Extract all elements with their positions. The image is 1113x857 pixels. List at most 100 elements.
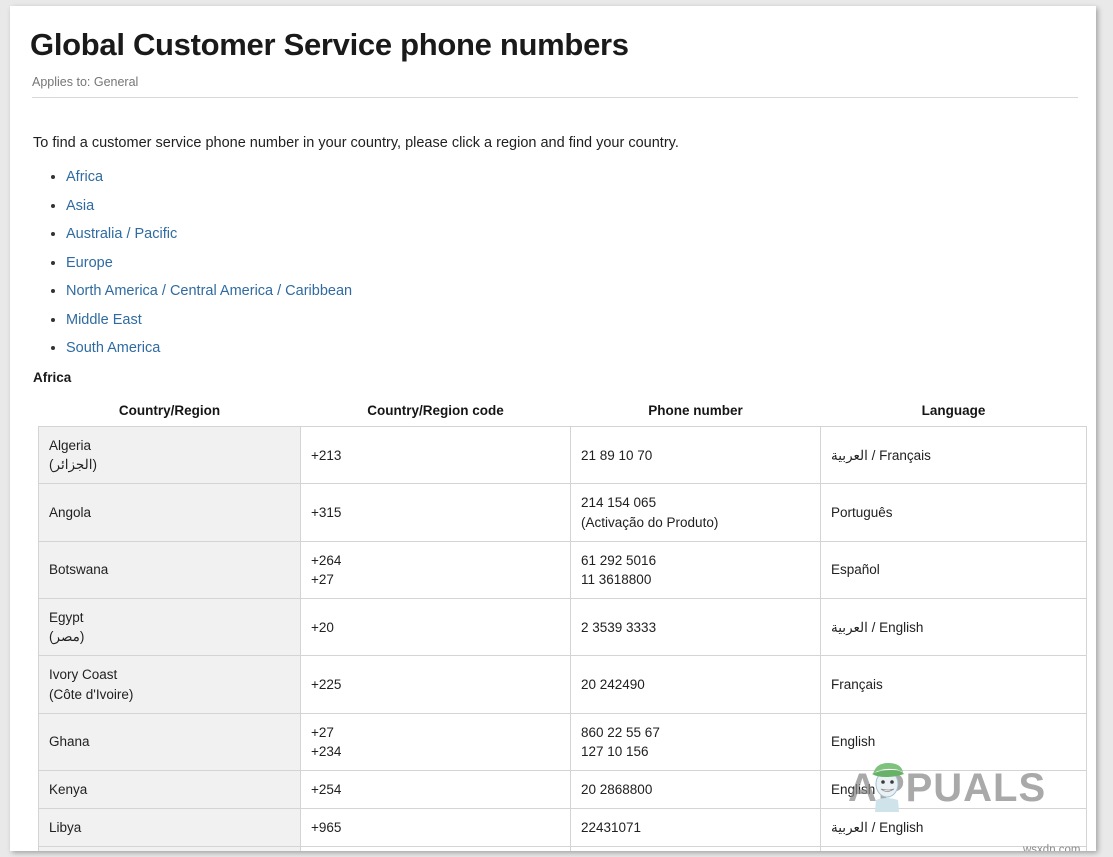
country-name: Ghana <box>49 732 290 751</box>
column-header-country-code: Country/Region code <box>301 403 571 427</box>
phone-number-note: (Activação do Produto) <box>581 513 810 532</box>
cell-phone-number: 20 2868800 <box>571 770 821 808</box>
table-row: Botswana +264 +27 61 292 5016 11 3618800… <box>39 541 1087 598</box>
cell-country-code: +225 <box>301 656 571 713</box>
phone-number: 22431071 <box>581 818 810 837</box>
table-row: Ghana +27 +234 860 22 55 67 127 10 156 E… <box>39 713 1087 770</box>
list-item: Middle East <box>66 312 1078 328</box>
country-name-local: (الجزائر) <box>49 457 97 472</box>
page-title: Global Customer Service phone numbers <box>30 28 1078 62</box>
cell-phone-number: 860 22 55 67 127 10 156 <box>571 713 821 770</box>
cell-language: Français <box>821 656 1087 713</box>
cell-phone-number: 20 242490 <box>571 656 821 713</box>
country-code: +965 <box>311 818 560 837</box>
cell-country: Egypt (مصر) <box>39 599 301 656</box>
phone-number-alt: 127 10 156 <box>581 742 810 761</box>
phone-number: 214 154 065 <box>581 493 810 512</box>
list-item: Asia <box>66 198 1078 214</box>
region-link-asia[interactable]: Asia <box>66 198 94 214</box>
cell-country-code: +20 <box>301 599 571 656</box>
section-heading-africa: Africa <box>33 370 1078 385</box>
country-name: Egypt <box>49 608 290 627</box>
intro-paragraph: To find a customer service phone number … <box>33 135 1078 151</box>
column-header-phone-number: Phone number <box>571 403 821 427</box>
cell-country: Libya <box>39 809 301 847</box>
country-code: +254 <box>311 780 560 799</box>
region-link-africa[interactable]: Africa <box>66 169 103 185</box>
cell-country: Mauritius (Maurice) <box>39 847 301 851</box>
document-card: Global Customer Service phone numbers Ap… <box>10 6 1096 851</box>
cell-phone-number: 21 89 10 70 <box>571 427 821 484</box>
list-item: Europe <box>66 255 1078 271</box>
table-row: Algeria (الجزائر) +213 21 89 10 70 العرب… <box>39 427 1087 484</box>
phone-number-alt: 11 3618800 <box>581 570 810 589</box>
phone-number: 20 2868800 <box>581 780 810 799</box>
table-row: Kenya +254 20 2868800 English <box>39 770 1087 808</box>
table-head: Country/Region Country/Region code Phone… <box>39 403 1087 427</box>
country-name: Libya <box>49 818 290 837</box>
cell-country: Angola <box>39 484 301 541</box>
cell-phone-number: 202 8120 <box>571 847 821 851</box>
country-name: Algeria <box>49 436 290 455</box>
list-item: South America <box>66 340 1078 356</box>
cell-language: Español <box>821 541 1087 598</box>
region-link-middle-east[interactable]: Middle East <box>66 312 142 328</box>
country-code: +213 <box>311 446 560 465</box>
applies-to-label: Applies to: General <box>32 75 1078 89</box>
region-link-list: Africa Asia Australia / Pacific Europe N… <box>30 169 1078 356</box>
table-header-row: Country/Region Country/Region code Phone… <box>39 403 1087 427</box>
table-row: Libya +965 22431071 العربية / English <box>39 809 1087 847</box>
country-name: Botswana <box>49 560 290 579</box>
region-link-australia-pacific[interactable]: Australia / Pacific <box>66 226 177 242</box>
cell-country-code: +230 <box>301 847 571 851</box>
phone-number: 21 89 10 70 <box>581 446 810 465</box>
table-row: Mauritius (Maurice) +230 202 8120 Englis… <box>39 847 1087 851</box>
table-row: Egypt (مصر) +20 2 3539 3333 العربية / En… <box>39 599 1087 656</box>
cell-language: Português <box>821 484 1087 541</box>
header-divider <box>32 97 1078 98</box>
region-link-north-america[interactable]: North America / Central America / Caribb… <box>66 283 352 299</box>
phone-number: 860 22 55 67 <box>581 723 810 742</box>
country-code-alt: +27 <box>311 570 560 589</box>
country-code: +225 <box>311 675 560 694</box>
cell-phone-number: 61 292 5016 11 3618800 <box>571 541 821 598</box>
cell-country-code: +27 +234 <box>301 713 571 770</box>
phone-numbers-table: Country/Region Country/Region code Phone… <box>38 403 1087 851</box>
cell-country: Ivory Coast (Côte d'Ivoire) <box>39 656 301 713</box>
site-credit-label: wsxdn.com <box>1023 844 1081 851</box>
cell-country: Botswana <box>39 541 301 598</box>
column-header-country: Country/Region <box>39 403 301 427</box>
phone-number: 2 3539 3333 <box>581 618 810 637</box>
cell-phone-number: 22431071 <box>571 809 821 847</box>
phone-number: 61 292 5016 <box>581 551 810 570</box>
country-code: +264 <box>311 551 560 570</box>
country-name: Kenya <box>49 780 290 799</box>
list-item: Australia / Pacific <box>66 226 1078 242</box>
country-name-local: (مصر) <box>49 629 84 644</box>
region-link-south-america[interactable]: South America <box>66 340 160 356</box>
table-row: Ivory Coast (Côte d'Ivoire) +225 20 2424… <box>39 656 1087 713</box>
cell-country-code: +315 <box>301 484 571 541</box>
table-body: Algeria (الجزائر) +213 21 89 10 70 العرب… <box>39 427 1087 851</box>
region-link-europe[interactable]: Europe <box>66 255 113 271</box>
column-header-language: Language <box>821 403 1087 427</box>
list-item: North America / Central America / Caribb… <box>66 283 1078 299</box>
country-code: +315 <box>311 503 560 522</box>
country-code: +27 <box>311 723 560 742</box>
cell-country: Algeria (الجزائر) <box>39 427 301 484</box>
cell-country: Kenya <box>39 770 301 808</box>
cell-phone-number: 2 3539 3333 <box>571 599 821 656</box>
country-code-alt: +234 <box>311 742 560 761</box>
country-name: Angola <box>49 503 290 522</box>
cell-phone-number: 214 154 065 (Activação do Produto) <box>571 484 821 541</box>
cell-language: العربية / Français <box>821 427 1087 484</box>
cell-language: English <box>821 770 1087 808</box>
cell-language: English <box>821 713 1087 770</box>
cell-country-code: +213 <box>301 427 571 484</box>
country-name: Ivory Coast <box>49 665 290 684</box>
country-code: +20 <box>311 618 560 637</box>
cell-country: Ghana <box>39 713 301 770</box>
table-row: Angola +315 214 154 065 (Activação do Pr… <box>39 484 1087 541</box>
country-name-local: (Côte d'Ivoire) <box>49 685 290 704</box>
list-item: Africa <box>66 169 1078 185</box>
